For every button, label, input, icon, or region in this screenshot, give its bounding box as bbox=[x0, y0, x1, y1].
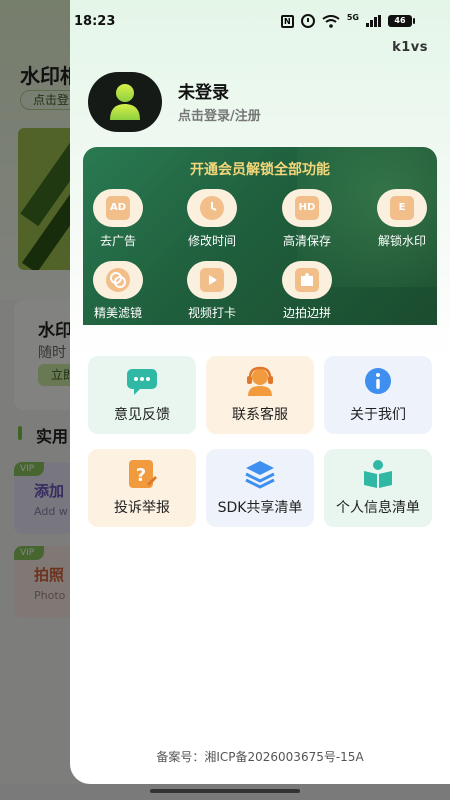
tile-label: 个人信息清单 bbox=[336, 500, 420, 516]
login-register-link[interactable]: 点击登录/注册 bbox=[178, 105, 261, 124]
tile-feedback[interactable]: 意见反馈 bbox=[88, 356, 196, 434]
customer-service-icon bbox=[247, 366, 273, 396]
vip-item-label: 去广告 bbox=[99, 234, 136, 248]
user-avatar-icon bbox=[110, 84, 140, 120]
vip-item-filters[interactable]: 精美滤镜 bbox=[83, 261, 158, 321]
status-bar: 18:23 N 5G 46 bbox=[70, 0, 450, 44]
network-type-label: 5G bbox=[346, 12, 359, 22]
vip-item-label: 视频打卡 bbox=[187, 306, 236, 320]
tile-personal-info-list[interactable]: 个人信息清单 bbox=[324, 449, 432, 527]
info-icon bbox=[365, 368, 391, 394]
avatar[interactable] bbox=[88, 72, 162, 132]
tile-label: 关于我们 bbox=[350, 407, 406, 423]
book-user-icon bbox=[364, 460, 392, 488]
tile-label: 投诉举报 bbox=[114, 500, 170, 516]
tile-label: 意见反馈 bbox=[114, 407, 170, 423]
puzzle-icon bbox=[295, 268, 319, 292]
side-drawer: 18:23 N 5G 46 k1vs 未登录 点击登录/注册 开通会员解锁全部功… bbox=[70, 0, 450, 784]
vip-item-shoot-and-stitch[interactable]: 边拍边拼 bbox=[267, 261, 347, 321]
signal-icon bbox=[366, 15, 381, 27]
filter-icon bbox=[106, 268, 130, 292]
vip-item-label: 高清保存 bbox=[282, 234, 331, 248]
status-time: 18:23 bbox=[74, 14, 116, 29]
watermark-icon: E bbox=[390, 196, 414, 220]
vip-item-label: 精美滤镜 bbox=[93, 306, 142, 320]
vip-item-hd-save[interactable]: HD 高清保存 bbox=[267, 189, 347, 249]
vip-item-video-checkin[interactable]: 视频打卡 bbox=[172, 261, 252, 321]
vip-item-unlock-watermark[interactable]: E 解锁水印 bbox=[362, 189, 437, 249]
wifi-icon bbox=[322, 14, 340, 28]
tile-sdk-list[interactable]: SDK共享清单 bbox=[206, 449, 314, 527]
layers-icon bbox=[245, 461, 275, 489]
user-name[interactable]: 未登录 bbox=[178, 78, 229, 103]
vip-item-remove-ads[interactable]: AD 去广告 bbox=[83, 189, 158, 249]
vip-item-edit-time[interactable]: 修改时间 bbox=[172, 189, 252, 249]
ad-icon: AD bbox=[106, 196, 130, 220]
icp-record-label[interactable]: 备案号：湘ICP备2026003675号-15A bbox=[70, 748, 450, 765]
vip-promo-card[interactable]: 开通会员解锁全部功能 AD 去广告 修改时间 HD 高清保存 E 解锁水印 精美… bbox=[83, 147, 437, 325]
tile-about-us[interactable]: 关于我们 bbox=[324, 356, 432, 434]
home-indicator[interactable] bbox=[150, 789, 300, 793]
svg-text:?: ? bbox=[136, 465, 146, 486]
hd-icon: HD bbox=[295, 196, 319, 220]
battery-icon: 46 bbox=[388, 15, 415, 27]
tile-customer-service[interactable]: 联系客服 bbox=[206, 356, 314, 434]
tile-label: SDK共享清单 bbox=[217, 500, 303, 516]
feedback-icon bbox=[127, 369, 157, 395]
tile-report[interactable]: ? 投诉举报 bbox=[88, 449, 196, 527]
tile-label: 联系客服 bbox=[232, 407, 288, 423]
alarm-icon bbox=[300, 14, 315, 28]
video-icon bbox=[200, 268, 224, 292]
vip-item-label: 解锁水印 bbox=[377, 234, 426, 248]
report-icon: ? bbox=[129, 460, 158, 488]
status-icons: N 5G 46 bbox=[280, 12, 415, 28]
vip-item-label: 边拍边拼 bbox=[282, 306, 331, 320]
clock-icon bbox=[200, 196, 224, 220]
version-label: k1vs bbox=[392, 40, 428, 55]
vip-item-label: 修改时间 bbox=[187, 234, 236, 248]
vip-title: 开通会员解锁全部功能 bbox=[190, 162, 330, 178]
nfc-icon: N bbox=[280, 14, 294, 28]
